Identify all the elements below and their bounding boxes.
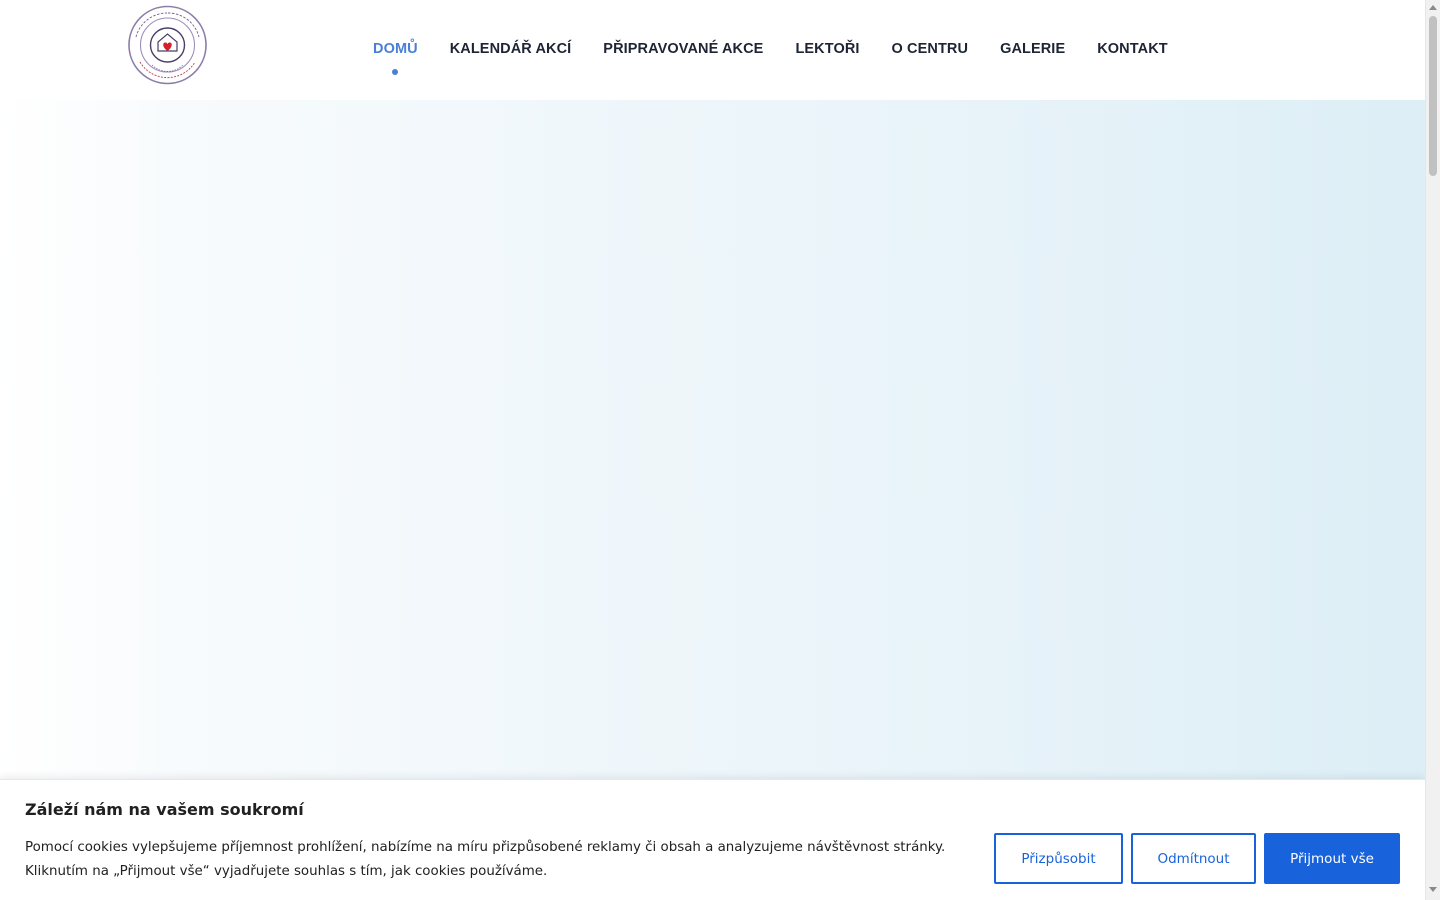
nav-item-label: DOMŮ [373, 41, 418, 57]
vertical-scrollbar[interactable] [1425, 0, 1440, 900]
nav-item-label: PŘIPRAVOVANÉ AKCE [603, 41, 764, 57]
nav-item-kalendar-akci[interactable]: KALENDÁŘ AKCÍ [434, 0, 588, 100]
nav-item-kontakt[interactable]: KONTAKT [1081, 0, 1184, 100]
main-nav: DOMŮ KALENDÁŘ AKCÍ PŘIPRAVOVANÉ AKCE LEK… [357, 0, 1184, 100]
reject-button[interactable]: Odmítnout [1131, 833, 1256, 884]
nav-item-lektori[interactable]: LEKTOŘI [779, 0, 875, 100]
nav-item-label: O CENTRU [891, 41, 969, 57]
active-indicator-dot [392, 69, 399, 75]
nav-item-domu[interactable]: DOMŮ [357, 0, 434, 100]
cookie-consent-banner: Záleží nám na vašem soukromí Pomocí cook… [0, 779, 1425, 900]
page: DOMŮ KALENDÁŘ AKCÍ PŘIPRAVOVANÉ AKCE LEK… [0, 0, 1425, 900]
scroll-up-arrow-icon[interactable] [1429, 5, 1437, 10]
scroll-down-arrow-icon[interactable] [1429, 887, 1437, 892]
site-logo[interactable] [127, 4, 208, 86]
customize-button[interactable]: Přizpůsobit [994, 833, 1123, 884]
nav-item-o-centru[interactable]: O CENTRU [876, 0, 985, 100]
nav-item-label: LEKTOŘI [795, 41, 860, 57]
nav-item-label: KONTAKT [1097, 41, 1168, 57]
scrollbar-thumb[interactable] [1429, 16, 1437, 176]
nav-item-galerie[interactable]: GALERIE [984, 0, 1081, 100]
nav-item-label: KALENDÁŘ AKCÍ [449, 41, 572, 57]
cookie-description: Pomocí cookies vylepšujeme příjemnost pr… [25, 840, 946, 879]
cookie-title: Záleží nám na vašem soukromí [25, 800, 304, 819]
logo-icon [128, 5, 207, 85]
accept-all-button[interactable]: Přijmout vše [1264, 833, 1400, 884]
nav-item-pripravovane-akce[interactable]: PŘIPRAVOVANÉ AKCE [587, 0, 779, 100]
nav-item-label: GALERIE [1000, 41, 1066, 57]
site-header: DOMŮ KALENDÁŘ AKCÍ PŘIPRAVOVANÉ AKCE LEK… [0, 0, 1425, 100]
